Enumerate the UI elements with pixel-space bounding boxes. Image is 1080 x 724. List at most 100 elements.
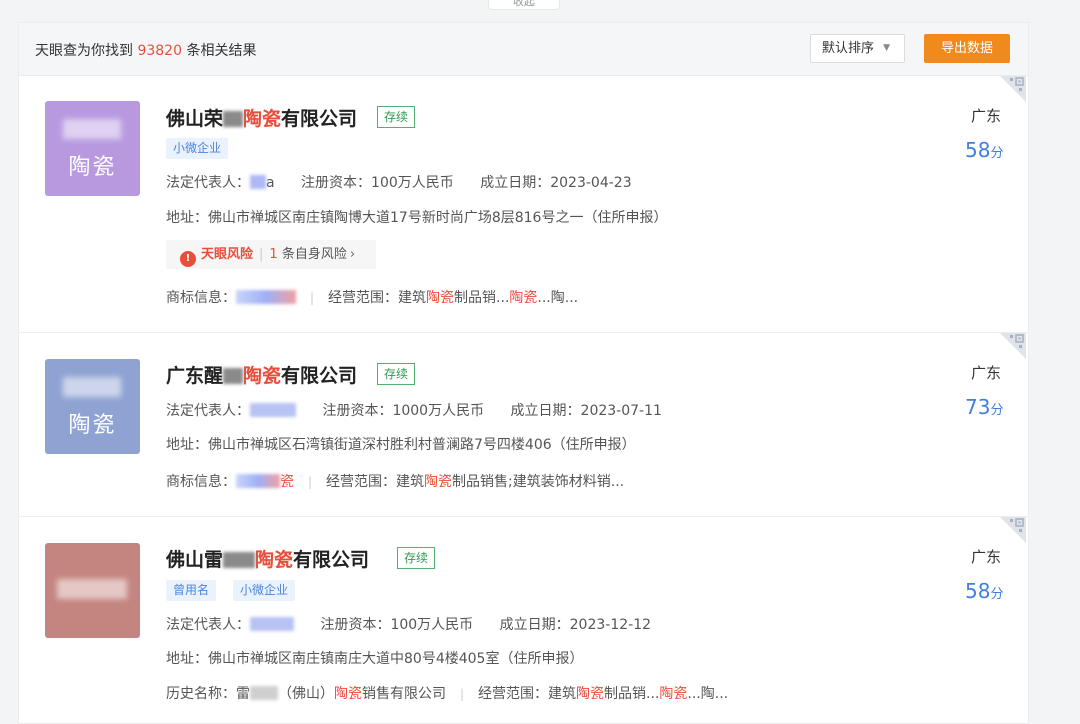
score-unit: 分	[990, 403, 1004, 418]
company-name-link[interactable]: 广东醒 陶瓷有限公司	[166, 361, 357, 388]
address-row: 地址：佛山市禅城区南庄镇南庄大道中80号4楼405室（住所申报）	[166, 648, 583, 668]
address-label: 地址：	[166, 210, 208, 226]
company-name-part: 佛山雷	[166, 549, 224, 571]
qr-code-icon[interactable]	[1000, 76, 1026, 102]
score-unit: 分	[990, 146, 1004, 161]
company-name-part: 广东醒	[166, 365, 224, 387]
company-name-highlight: 陶瓷	[255, 549, 294, 571]
risk-count: 1	[269, 247, 278, 262]
risk-text: 条自身风险	[281, 247, 347, 262]
trademark-thumbnail[interactable]	[236, 290, 296, 304]
address-label: 地址：	[166, 651, 208, 667]
logo-text: 陶瓷	[68, 155, 117, 180]
company-name-highlight: 陶瓷	[243, 365, 282, 387]
logo-text: 陶瓷	[68, 413, 117, 438]
result-card[interactable]: 陶瓷 佛山荣 陶瓷有限公司 存续 小微企业 法定代表人： a 注册资本：100万人民…	[19, 76, 1028, 333]
scope-text: ...陶...	[537, 290, 579, 306]
region-label: 广东	[971, 364, 1002, 382]
trademark-value[interactable]: 瓷	[280, 474, 294, 490]
logo-blurred-text	[57, 579, 127, 599]
company-name-link[interactable]: 佛山荣 陶瓷有限公司	[166, 104, 357, 131]
redacted-mask	[223, 111, 244, 127]
scope-text: 制品销售;建筑装饰材料销...	[452, 474, 625, 490]
tag-former-name[interactable]: 曾用名	[166, 580, 217, 601]
basic-info-row: 法定代表人： 注册资本：1000万人民币 成立日期：2023-07-11	[166, 400, 662, 420]
history-name-part: （佛山）	[278, 686, 334, 702]
trademark-label: 商标信息：	[166, 290, 236, 306]
score-value: 73分	[965, 395, 1003, 419]
legal-rep-value[interactable]: a	[266, 175, 275, 191]
chevron-right-icon: ›	[349, 247, 356, 262]
result-summary: 天眼查为你找到 93820 条相关结果	[35, 40, 256, 60]
company-logo: 陶瓷	[45, 359, 140, 454]
logo-blurred-text	[63, 119, 121, 139]
capital-value: 1000万人民币	[392, 403, 485, 419]
score-value: 58分	[965, 579, 1003, 603]
address-value: 佛山市禅城区南庄镇陶博大道17号新时尚广场8层816号之一（住所申报）	[208, 210, 668, 226]
score-unit: 分	[990, 587, 1004, 602]
results-toolbar: 天眼查为你找到 93820 条相关结果 默认排序 ▼ 导出数据	[19, 23, 1028, 76]
tag-small-enterprise[interactable]: 小微企业	[166, 138, 229, 159]
trademark-thumbnail[interactable]	[236, 474, 280, 488]
score-number: 73	[965, 395, 991, 419]
scope-text: 建筑	[548, 686, 577, 702]
history-name-part: 销售有限公司	[362, 686, 446, 702]
date-label: 成立日期：	[480, 175, 551, 191]
basic-info-row: 法定代表人： a 注册资本：100万人民币 成立日期：2023-04-23	[166, 172, 632, 192]
basic-info-row: 法定代表人： 注册资本：100万人民币 成立日期：2023-12-12	[166, 614, 651, 634]
history-name-highlight: 陶瓷	[334, 686, 362, 702]
history-name-part: 雷	[236, 686, 250, 702]
export-button[interactable]: 导出数据	[924, 34, 1010, 63]
collapse-button[interactable]: 收起	[488, 0, 560, 10]
legal-rep-label: 法定代表人：	[166, 403, 250, 419]
capital-value: 100万人民币	[371, 175, 454, 191]
scope-highlight: 陶瓷	[426, 290, 455, 306]
capital-label: 注册资本：	[320, 617, 391, 633]
date-value: 2023-04-23	[550, 175, 632, 191]
redacted-mask	[250, 175, 266, 189]
redacted-mask	[223, 552, 256, 568]
address-value: 佛山市禅城区石湾镇街道深村胜利村普澜路7号四楼406（住所申报）	[208, 437, 636, 453]
sort-dropdown[interactable]: 默认排序 ▼	[810, 34, 905, 63]
scope-text: 制品销...	[454, 290, 510, 306]
company-logo: 陶瓷	[45, 101, 140, 196]
result-card[interactable]: 陶瓷 广东醒 陶瓷有限公司 存续 法定代表人： 注册资本：1000万人民币 成立日…	[19, 333, 1028, 517]
region-label: 广东	[971, 548, 1002, 566]
company-logo	[45, 543, 140, 638]
scope-highlight: 陶瓷	[509, 290, 538, 306]
redacted-mask	[250, 403, 296, 417]
company-name-part: 有限公司	[281, 365, 358, 387]
date-value: 2023-12-12	[569, 617, 652, 633]
redacted-mask	[223, 368, 244, 384]
company-name-part: 有限公司	[281, 108, 358, 130]
company-name-part: 佛山荣	[166, 108, 224, 130]
extra-info-row: 商标信息： | 经营范围：建筑陶瓷制品销...陶瓷...陶...	[166, 290, 579, 306]
qr-code-icon[interactable]	[1000, 333, 1026, 359]
company-name-part: 有限公司	[293, 549, 370, 571]
score-value: 58分	[965, 138, 1003, 162]
logo-blurred-text	[63, 377, 121, 397]
capital-label: 注册资本：	[322, 403, 393, 419]
score-number: 58	[965, 579, 991, 603]
tag-small-enterprise[interactable]: 小微企业	[233, 580, 296, 601]
extra-info-row: 历史名称：雷 （佛山）陶瓷销售有限公司 | 经营范围：建筑陶瓷制品销...陶瓷...陶…	[166, 686, 729, 702]
address-label: 地址：	[166, 437, 208, 453]
legal-rep-label: 法定代表人：	[166, 617, 250, 633]
score-number: 58	[965, 138, 991, 162]
extra-info-row: 商标信息：瓷 | 经营范围：建筑陶瓷制品销售;建筑装饰材料销...	[166, 474, 625, 490]
scope-label: 经营范围：	[478, 686, 549, 702]
scope-text: 建筑	[398, 290, 427, 306]
qr-code-icon[interactable]	[1000, 517, 1026, 543]
result-card[interactable]: 佛山雷 陶瓷有限公司 存续 曾用名 小微企业 法定代表人： 注册资本：100万人民…	[19, 517, 1028, 723]
address-row: 地址：佛山市禅城区石湾镇街道深村胜利村普澜路7号四楼406（住所申报）	[166, 434, 636, 454]
date-value: 2023-07-11	[580, 403, 662, 419]
scope-label: 经营范围：	[328, 290, 399, 306]
risk-box[interactable]: ! 天眼风险 | 1 条自身风险 ›	[166, 240, 376, 269]
scope-highlight: 陶瓷	[424, 474, 453, 490]
date-label: 成立日期：	[510, 403, 581, 419]
capital-label: 注册资本：	[301, 175, 372, 191]
company-name-highlight: 陶瓷	[243, 108, 282, 130]
scope-highlight: 陶瓷	[576, 686, 605, 702]
scope-label: 经营范围：	[326, 474, 397, 490]
company-name-link[interactable]: 佛山雷 陶瓷有限公司	[166, 545, 369, 572]
